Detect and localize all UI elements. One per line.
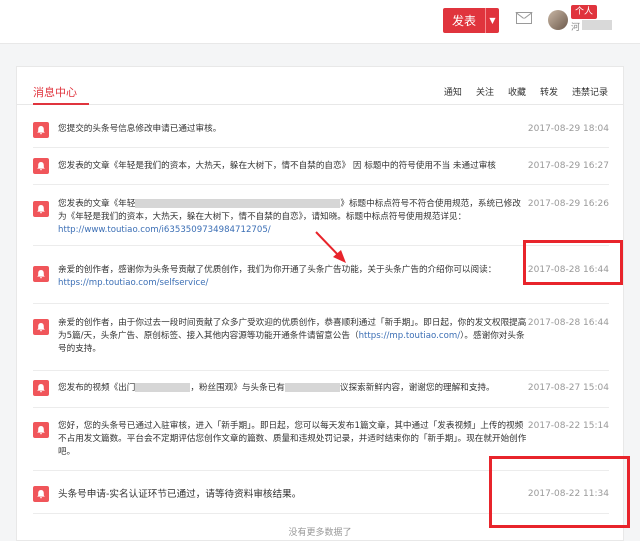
message-text-part: 亲爱的创作者，感谢你为头条号贡献了优质创作，我们为你开通了头条广告功能，关于头条… <box>58 265 497 275</box>
bell-icon <box>33 266 49 282</box>
redaction <box>135 383 191 392</box>
message-link[interactable]: http://www.toutiao.com/i6353509734984712… <box>58 225 271 235</box>
divider <box>33 407 609 408</box>
active-tab-underline <box>33 103 89 105</box>
avatar[interactable] <box>548 10 568 30</box>
message-text-part: ，粉丝围观》与头条已有 <box>190 383 285 393</box>
message-link[interactable]: https://mp.toutiao.com/ <box>359 331 461 341</box>
publish-label: 发表 <box>451 14 476 28</box>
message-text-part: 您发布的视频《出门 <box>58 383 136 393</box>
publish-button[interactable]: 发表 ▼ <box>443 8 499 33</box>
tab-follows[interactable]: 关注 <box>469 85 501 98</box>
message-time: 2017-08-29 16:27 <box>527 161 609 171</box>
message-time: 2017-08-27 15:04 <box>527 383 609 393</box>
panel-title[interactable]: 消息中心 <box>33 84 77 100</box>
top-bar: 发表 ▼ 个人 河 <box>0 0 640 44</box>
message-link[interactable]: https://mp.toutiao.com/selfservice/ <box>58 278 208 288</box>
message-text: 您提交的头条号信息修改申请已通过审核。 <box>58 124 222 134</box>
tab-favorites[interactable]: 收藏 <box>501 85 533 98</box>
redaction <box>135 199 341 208</box>
role-badge: 个人 <box>571 5 598 19</box>
bell-icon <box>33 486 49 502</box>
message-text: 您发布的视频《出门 ，粉丝围观》与头条已有 议探索新鲜内容，谢谢您的理解和支持。 <box>58 382 528 395</box>
username-redaction <box>582 20 612 30</box>
bell-icon <box>33 158 49 174</box>
message-text: 您发表的文章《年轻是我们的资本，大热天，躲在大树下，情不自禁的自恋》 因 标题中… <box>58 161 496 171</box>
message-text: 您好，您的头条号已通过入驻审核，进入「新手期」。即日起，您可以每天发布1篇文章，… <box>58 421 527 457</box>
message-time: 2017-08-29 18:04 <box>527 124 609 134</box>
redaction <box>284 383 340 392</box>
panel-header: 消息中心 通知 关注 收藏 转发 违禁记录 <box>17 67 623 105</box>
message-time: 2017-08-28 16:44 <box>527 318 609 328</box>
message-text: 头条号申请-实名认证环节已通过，请等待资料审核结果。 <box>58 489 302 500</box>
bell-icon <box>33 319 49 335</box>
message-text: 您发表的文章《年轻 》标题中标点符号不符合使用规范，系统已修改为《年轻是我们的资本… <box>58 198 528 237</box>
bell-icon <box>33 422 49 438</box>
bell-icon <box>33 201 49 217</box>
message-time: 2017-08-22 15:14 <box>527 421 609 431</box>
bell-icon <box>33 122 49 138</box>
highlight-box <box>489 456 630 528</box>
message-text: 亲爱的创作者，由于你过去一段时间贡献了众多广受欢迎的优质创作，恭喜顺利通过「新手… <box>58 317 528 356</box>
mail-icon[interactable] <box>516 12 532 24</box>
highlight-box <box>523 240 623 285</box>
tab-violations[interactable]: 违禁记录 <box>565 85 615 98</box>
tab-reposts[interactable]: 转发 <box>533 85 565 98</box>
message-text-part: 议探索新鲜内容，谢谢您的理解和支持。 <box>339 383 495 393</box>
divider <box>33 147 609 148</box>
message-text-part: 您发表的文章《年轻 <box>58 199 136 209</box>
username[interactable]: 河 <box>571 20 580 33</box>
bell-icon <box>33 380 49 396</box>
divider <box>33 184 609 185</box>
divider <box>33 370 609 371</box>
caret-down-icon[interactable]: ▼ <box>485 8 499 33</box>
tab-notifications[interactable]: 通知 <box>437 85 469 98</box>
message-text: 亲爱的创作者，感谢你为头条号贡献了优质创作，我们为你开通了头条广告功能，关于头条… <box>58 264 528 290</box>
message-tabs: 通知 关注 收藏 转发 违禁记录 <box>437 85 615 98</box>
divider <box>33 303 609 304</box>
message-time: 2017-08-29 16:26 <box>527 199 609 209</box>
